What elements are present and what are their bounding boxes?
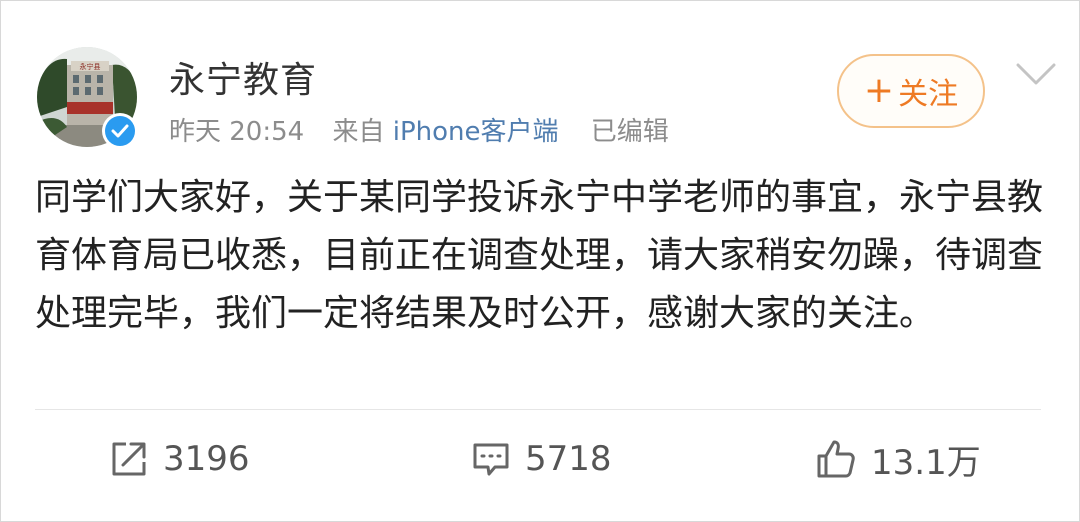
comment-icon xyxy=(473,443,509,476)
svg-text:永宁县: 永宁县 xyxy=(80,62,101,71)
post-time: 昨天 20:54 xyxy=(169,117,305,147)
follow-label: 关注 xyxy=(898,77,959,112)
like-count: 13.1万 xyxy=(871,442,981,483)
source-app-link[interactable]: iPhone客户端 xyxy=(393,117,559,147)
source-prefix: 来自 xyxy=(332,117,385,147)
edited-label[interactable]: 已编辑 xyxy=(591,117,669,147)
repost-count: 3196 xyxy=(163,439,250,479)
comment-button[interactable]: 5718 xyxy=(471,437,612,481)
like-button[interactable]: 13.1万 xyxy=(815,437,981,483)
plus-icon: + xyxy=(863,70,895,111)
username[interactable]: 永宁教育 xyxy=(169,51,317,103)
follow-button[interactable]: + 关注 xyxy=(837,54,985,128)
divider xyxy=(35,409,1041,410)
repost-button[interactable]: 3196 xyxy=(109,437,250,481)
chevron-down-icon[interactable] xyxy=(1015,61,1057,87)
thumbs-up-icon xyxy=(817,440,855,478)
verified-badge-icon xyxy=(102,113,138,149)
post-meta: 昨天 20:54 来自 iPhone客户端 已编辑 xyxy=(169,111,669,148)
comment-count: 5718 xyxy=(525,439,612,479)
repost-icon xyxy=(112,442,146,476)
weibo-post-card: 永宁县 永宁教育 昨天 20:54 来自 iPhone客户端 已编辑 + 关注 xyxy=(0,0,1080,522)
post-text: 同学们大家好，关于某同学投诉永宁中学老师的事宜，永宁县教育体育局已收悉，目前正在… xyxy=(35,177,1044,334)
